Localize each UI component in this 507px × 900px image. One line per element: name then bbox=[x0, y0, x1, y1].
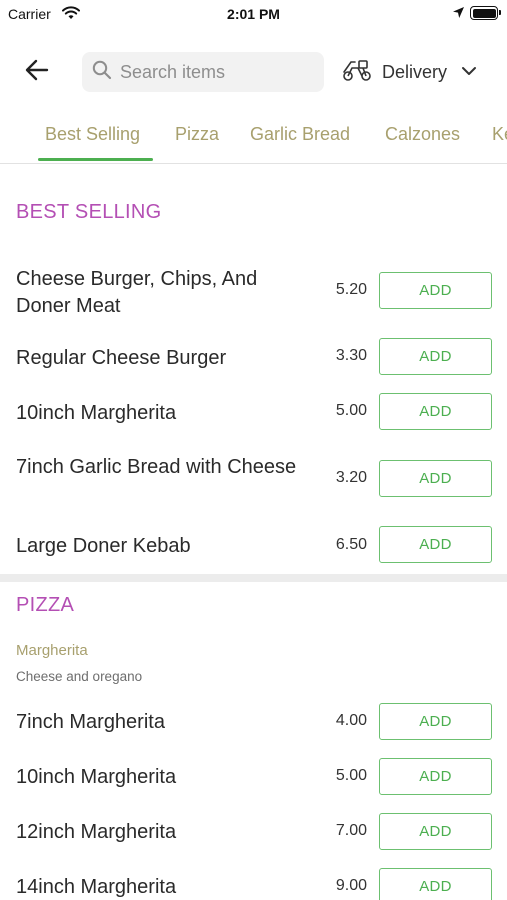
battery-icon bbox=[470, 6, 501, 20]
item-name: 14inch Margherita bbox=[16, 876, 177, 898]
delivery-scooter-icon bbox=[342, 58, 372, 87]
add-button[interactable]: ADD bbox=[379, 338, 492, 375]
section-title-pizza: PIZZA bbox=[16, 594, 75, 616]
item-price: 5.20 bbox=[335, 281, 367, 298]
item-price: 3.30 bbox=[335, 347, 367, 364]
subgroup-description: Cheese and oregano bbox=[16, 669, 143, 684]
item-price: 5.00 bbox=[335, 767, 367, 784]
delivery-selector[interactable]: Delivery bbox=[342, 56, 477, 88]
section-title-best-selling: BEST SELLING bbox=[16, 201, 162, 223]
back-button[interactable] bbox=[20, 56, 54, 88]
item-name: 10inch Margherita bbox=[16, 766, 177, 788]
item-price: 5.00 bbox=[335, 402, 367, 419]
item-name: 7inch Garlic Bread with Cheese bbox=[16, 456, 297, 478]
add-button[interactable]: ADD bbox=[379, 393, 492, 430]
item-name: 7inch Margherita bbox=[16, 711, 165, 733]
chevron-down-icon bbox=[461, 63, 477, 81]
search-icon bbox=[92, 60, 112, 85]
tab-kebabs[interactable]: Ke bbox=[492, 124, 507, 145]
tab-calzones[interactable]: Calzones bbox=[385, 124, 460, 145]
add-button[interactable]: ADD bbox=[379, 868, 492, 900]
item-price: 7.00 bbox=[335, 822, 367, 839]
add-button[interactable]: ADD bbox=[379, 460, 492, 497]
section-divider bbox=[0, 574, 507, 582]
tab-best-selling[interactable]: Best Selling bbox=[45, 124, 140, 145]
add-button[interactable]: ADD bbox=[379, 272, 492, 309]
item-name: Cheese Burger, Chips, And Doner Meat bbox=[16, 268, 258, 317]
item-name: Regular Cheese Burger bbox=[16, 347, 227, 369]
category-tabs: Best Selling Pizza Garlic Bread Calzones… bbox=[0, 112, 507, 164]
item-price: 6.50 bbox=[335, 536, 367, 553]
delivery-label: Delivery bbox=[382, 61, 448, 82]
subgroup-title: Margherita bbox=[16, 642, 88, 659]
search-input[interactable] bbox=[120, 61, 310, 83]
back-arrow-icon bbox=[25, 59, 49, 86]
item-price: 3.20 bbox=[335, 469, 367, 486]
add-button[interactable]: ADD bbox=[379, 758, 492, 795]
search-bar[interactable] bbox=[82, 52, 324, 92]
add-button[interactable]: ADD bbox=[379, 703, 492, 740]
item-name: 10inch Margherita bbox=[16, 402, 177, 424]
item-name: 12inch Margherita bbox=[16, 821, 177, 843]
tab-garlic-bread[interactable]: Garlic Bread bbox=[250, 124, 350, 145]
add-button[interactable]: ADD bbox=[379, 813, 492, 850]
active-tab-indicator bbox=[38, 158, 153, 161]
status-time: 2:01 PM bbox=[227, 6, 280, 22]
status-bar: Carrier 2:01 PM bbox=[0, 0, 507, 30]
item-name: Large Doner Kebab bbox=[16, 535, 191, 557]
add-button[interactable]: ADD bbox=[379, 526, 492, 563]
item-price: 9.00 bbox=[335, 877, 367, 894]
item-price: 4.00 bbox=[335, 712, 367, 729]
tab-pizza[interactable]: Pizza bbox=[175, 124, 219, 145]
location-arrow-icon bbox=[452, 6, 465, 24]
